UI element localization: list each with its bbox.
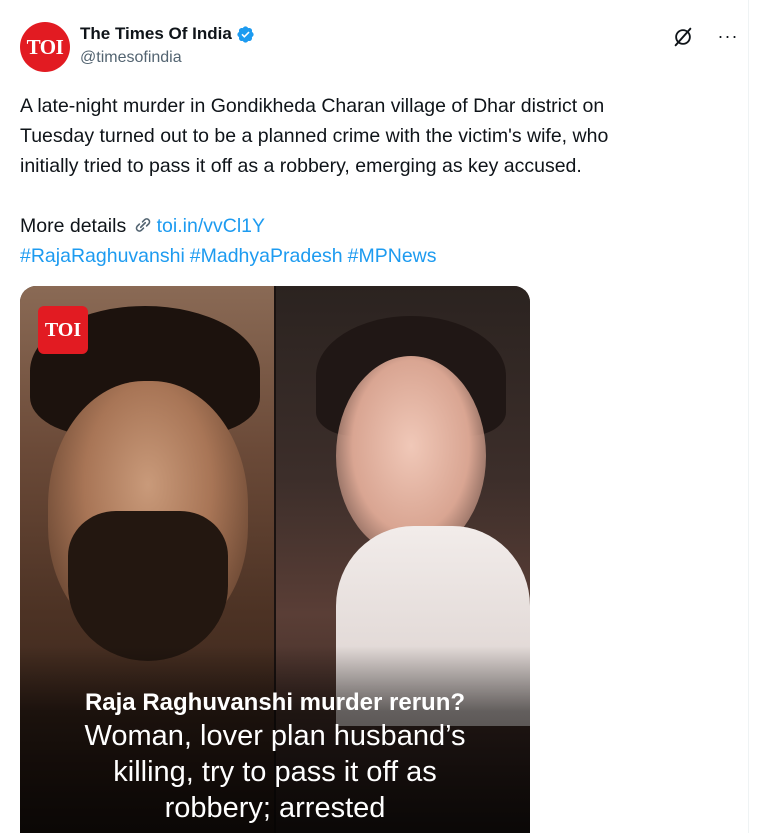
more-details-label: More details	[20, 215, 127, 237]
caption-line: killing, try to pass it off as	[113, 756, 437, 788]
author-display-name[interactable]: The Times Of India	[80, 24, 232, 44]
avatar-logo-text: TOI	[26, 34, 64, 59]
tweet-header: TOI The Times Of India @timesofindia ···	[20, 18, 740, 72]
grok-icon[interactable]	[672, 26, 694, 48]
avatar[interactable]: TOI	[20, 22, 70, 72]
author-handle[interactable]: @timesofindia	[80, 49, 182, 67]
timeline-border	[748, 0, 749, 833]
toi-badge-text: TOI	[44, 318, 82, 341]
tweet-media-image[interactable]: TOI Raja Raghuvanshi murder rerun? Woman…	[20, 286, 530, 833]
more-details-line: More details toi.in/vvCl1Y	[20, 211, 720, 241]
hashtag-link[interactable]: #MadhyaPradesh	[190, 245, 343, 267]
tweet-text-line: Tuesday turned out to be a planned crime…	[20, 125, 609, 147]
link-chain-icon	[135, 218, 150, 232]
verified-badge-icon	[237, 25, 254, 43]
tweet-text: A late-night murder in Gondikheda Charan…	[20, 91, 720, 271]
hashtag-link[interactable]: #MPNews	[348, 245, 437, 267]
tweet-text-line: A late-night murder in Gondikheda Charan…	[20, 95, 605, 117]
author-name-row[interactable]: The Times Of India	[80, 24, 255, 44]
media-caption: Raja Raghuvanshi murder rerun? Woman, lo…	[20, 688, 530, 826]
hashtags-line: #RajaRaghuvanshi #MadhyaPradesh #MPNews	[20, 241, 720, 271]
hashtag-link[interactable]: #RajaRaghuvanshi	[20, 245, 185, 267]
tweet-text-line: initially tried to pass it off as a robb…	[20, 155, 582, 177]
caption-line: robbery; arrested	[164, 792, 386, 824]
tweet-link[interactable]: toi.in/vvCl1Y	[157, 215, 265, 237]
toi-logo-badge: TOI	[38, 306, 88, 354]
caption-line: Woman, lover plan husband’s	[84, 720, 466, 752]
more-options-button[interactable]: ···	[716, 24, 740, 48]
caption-headline: Raja Raghuvanshi murder rerun?	[84, 689, 466, 716]
